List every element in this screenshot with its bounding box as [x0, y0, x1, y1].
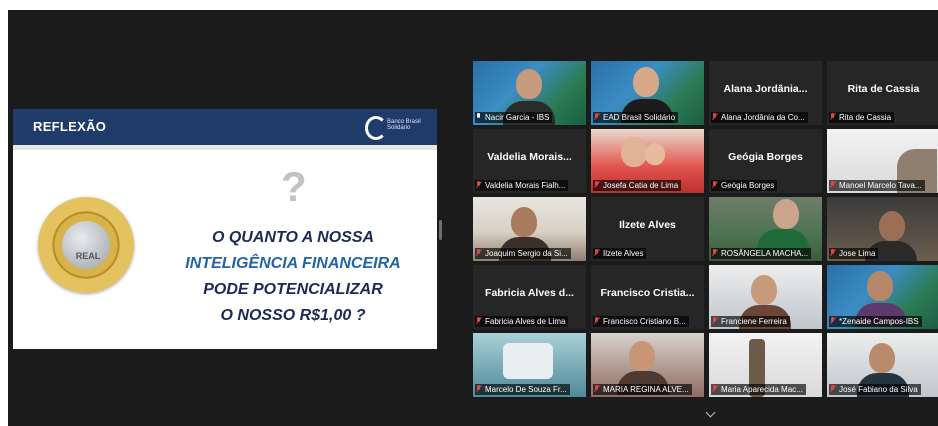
- shared-screen-slide: REFLEXÃO Banco Brasil Solidário REAL ? O…: [13, 109, 437, 349]
- participant-name: Rita de Cassia: [829, 112, 895, 123]
- participant-tile[interactable]: MARIA REGINA ALVE...: [591, 333, 704, 397]
- slide-header: REFLEXÃO Banco Brasil Solidário: [13, 109, 437, 145]
- participant-tile[interactable]: Francisco Cristia... Francisco Cristiano…: [591, 265, 704, 329]
- meeting-window: REFLEXÃO Banco Brasil Solidário REAL ? O…: [8, 10, 938, 426]
- participant-title: Ilzete Alves: [619, 219, 676, 231]
- participant-tile[interactable]: José Fabiano da Silva: [827, 333, 938, 397]
- mic-muted-icon: [594, 385, 600, 393]
- mic-muted-icon: [476, 385, 482, 393]
- mic-icon: [476, 113, 482, 121]
- participant-tile[interactable]: EAD Brasil Solidário: [591, 61, 704, 125]
- participant-tile[interactable]: Jose Lima: [827, 197, 938, 261]
- mic-muted-icon: [712, 385, 718, 393]
- participant-name: Manoel Marcelo Tava...: [829, 180, 925, 191]
- mic-muted-icon: [712, 181, 718, 189]
- question-line-1: O QUANTO A NOSSA: [211, 229, 375, 246]
- participant-tile[interactable]: Alana Jordânia... Alana Jordânia da Co..…: [709, 61, 822, 125]
- question-line-4: O NOSSO R$1,00 ?: [220, 307, 366, 324]
- mic-muted-icon: [594, 249, 600, 257]
- mic-muted-icon: [476, 317, 482, 325]
- chevron-down-icon[interactable]: [698, 408, 724, 424]
- mic-muted-icon: [712, 113, 718, 121]
- mic-muted-icon: [830, 317, 836, 325]
- mic-muted-icon: [594, 181, 600, 189]
- participant-tile[interactable]: Ilzete Alves Ilzete Alves: [591, 197, 704, 261]
- mic-muted-icon: [594, 113, 600, 121]
- slide-title: REFLEXÃO: [33, 119, 107, 134]
- brand-logo: Banco Brasil Solidário: [365, 115, 425, 140]
- participant-name: Nacir Garcia - IBS: [475, 112, 553, 123]
- slide-subbar: [13, 145, 437, 150]
- participant-name: EAD Brasil Solidário: [593, 112, 679, 123]
- participant-title: Fabricia Alves d...: [485, 287, 574, 299]
- participant-tile[interactable]: Maria Aparecida Mac...: [709, 333, 822, 397]
- participant-name: Marcelo De Souza Fr...: [475, 384, 570, 395]
- participant-tile[interactable]: Rita de Cassia Rita de Cassia: [827, 61, 938, 125]
- participant-name: Francisco Cristiano B...: [593, 316, 689, 327]
- participant-tile[interactable]: Geógia Borges Geógia Borges: [709, 129, 822, 193]
- participant-name: Fabricia Alves de Lima: [475, 316, 569, 327]
- question-mark-icon: ?: [281, 163, 307, 210]
- participant-name: *Zenaide Campos-IBS: [829, 316, 922, 327]
- participant-name: Jose Lima: [829, 248, 879, 259]
- participant-name: Ilzete Alves: [593, 248, 647, 259]
- participant-title: Rita de Cassia: [847, 83, 920, 95]
- coin-image: REAL: [38, 197, 134, 293]
- participant-title: Geógia Borges: [728, 151, 803, 163]
- participant-tile[interactable]: Joaquim Sergio da Si...: [473, 197, 586, 261]
- mic-muted-icon: [476, 249, 482, 257]
- mic-muted-icon: [594, 317, 600, 325]
- mic-muted-icon: [712, 249, 718, 257]
- coin-label: REAL: [75, 251, 101, 261]
- participant-tile[interactable]: Manoel Marcelo Tava...: [827, 129, 938, 193]
- participant-tile[interactable]: Fabricia Alves d... Fabricia Alves de Li…: [473, 265, 586, 329]
- participant-tile[interactable]: Franciene Ferreira: [709, 265, 822, 329]
- participant-name: Franciene Ferreira: [711, 316, 790, 327]
- participant-tile[interactable]: *Zenaide Campos-IBS: [827, 265, 938, 329]
- mic-muted-icon: [830, 181, 836, 189]
- participant-name: Valdelia Morais Fialh...: [475, 180, 569, 191]
- mic-muted-icon: [712, 317, 718, 325]
- mic-muted-icon: [830, 249, 836, 257]
- mic-muted-icon: [476, 181, 482, 189]
- participant-tile[interactable]: Valdelia Morais... Valdelia Morais Fialh…: [473, 129, 586, 193]
- question-line-3: PODE POTENCIALIZAR: [203, 281, 383, 298]
- participant-name: MARIA REGINA ALVE...: [593, 384, 692, 395]
- mic-muted-icon: [830, 113, 836, 121]
- participant-tile[interactable]: ROSÂNGELA MACHA...: [709, 197, 822, 261]
- participant-name: Maria Aparecida Mac...: [711, 384, 806, 395]
- participant-name: Alana Jordânia da Co...: [711, 112, 808, 123]
- participant-name: Geógia Borges: [711, 180, 778, 191]
- question-line-2: INTELIGÊNCIA FINANCEIRA: [185, 255, 401, 272]
- participant-name: José Fabiano da Silva: [829, 384, 921, 395]
- participant-tile[interactable]: Nacir Garcia - IBS: [473, 61, 586, 125]
- participant-title: Alana Jordânia...: [723, 83, 808, 95]
- participant-gallery: Nacir Garcia - IBS EAD Brasil Solidário …: [473, 61, 938, 401]
- participant-name: Josefa Catia de Lima: [593, 180, 682, 191]
- brand-logo-text: Banco Brasil Solidário: [387, 119, 421, 131]
- participant-name: Joaquim Sergio da Si...: [475, 248, 571, 259]
- mic-muted-icon: [830, 385, 836, 393]
- participant-title: Valdelia Morais...: [487, 151, 572, 163]
- participant-tile[interactable]: Josefa Catia de Lima: [591, 129, 704, 193]
- participant-tile[interactable]: Marcelo De Souza Fr...: [473, 333, 586, 397]
- split-resize-handle[interactable]: [439, 220, 442, 240]
- participant-name: ROSÂNGELA MACHA...: [711, 248, 812, 259]
- participant-title: Francisco Cristia...: [600, 287, 695, 299]
